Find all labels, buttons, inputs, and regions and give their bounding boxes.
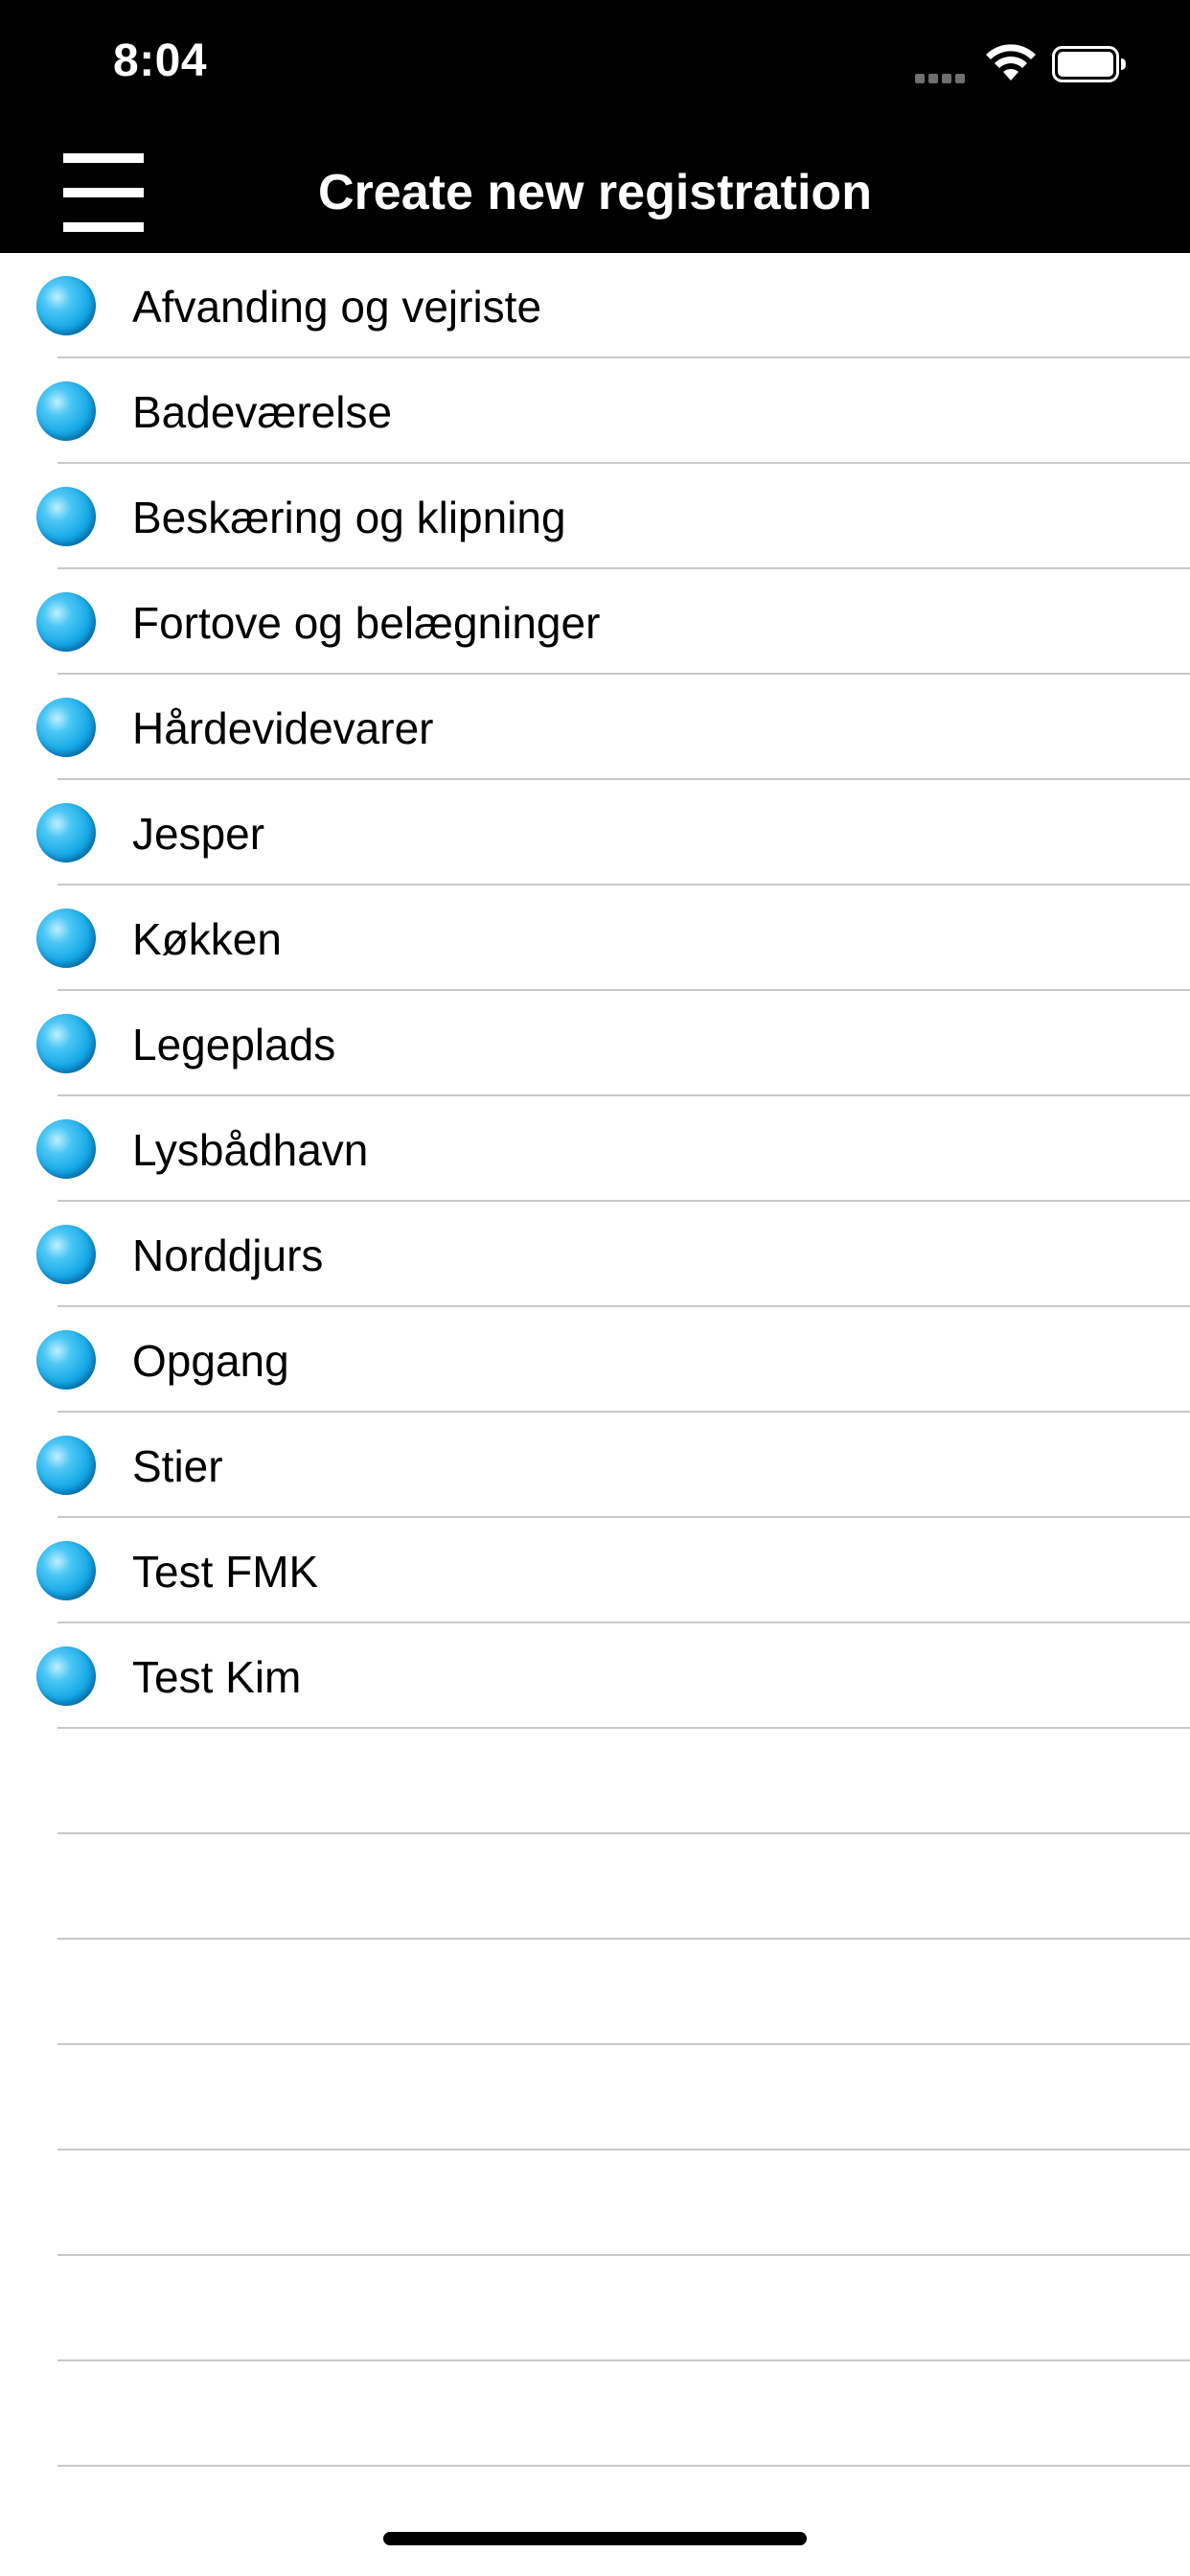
divider xyxy=(57,2465,1190,2467)
bullet-icon xyxy=(36,1225,96,1284)
bullet-icon xyxy=(36,381,96,441)
list-item[interactable]: Stier xyxy=(0,1413,1190,1518)
list-item[interactable]: Badeværelse xyxy=(0,358,1190,464)
list-item-label: Test Kim xyxy=(132,1652,302,1702)
list-item[interactable]: Køkken xyxy=(0,886,1190,991)
list-item[interactable]: Hårdevidevarer xyxy=(0,675,1190,780)
bullet-icon xyxy=(36,1646,96,1706)
list-item-label: Lysbådhavn xyxy=(132,1125,369,1175)
page-title: Create new registration xyxy=(318,165,872,220)
cellular-signal-icon xyxy=(915,71,971,83)
registration-list: Afvanding og vejriste Badeværelse Beskær… xyxy=(0,253,1190,2467)
list-item[interactable]: Test Kim xyxy=(0,1623,1190,1729)
list-item-label: Badeværelse xyxy=(132,387,393,437)
bullet-icon xyxy=(36,1541,96,1600)
list-item-label: Test FMK xyxy=(132,1547,319,1597)
bullet-icon xyxy=(36,1119,96,1179)
empty-row xyxy=(0,1940,1190,2045)
list-item[interactable]: Lysbådhavn xyxy=(0,1096,1190,1202)
battery-icon xyxy=(1052,46,1126,82)
list-item[interactable]: Opgang xyxy=(0,1307,1190,1413)
list-item[interactable]: Legeplads xyxy=(0,991,1190,1096)
bullet-icon xyxy=(36,908,96,968)
list-item-label: Opgang xyxy=(132,1336,289,1386)
bullet-icon xyxy=(36,1330,96,1390)
list-item[interactable]: Afvanding og vejriste xyxy=(0,253,1190,358)
empty-row xyxy=(0,2256,1190,2361)
list-item[interactable]: Fortove og belægninger xyxy=(0,569,1190,675)
list-item-label: Norddjurs xyxy=(132,1230,324,1280)
list-item-label: Legeplads xyxy=(132,1020,336,1070)
list-item-label: Afvanding og vejriste xyxy=(132,282,542,332)
empty-row xyxy=(0,2150,1190,2256)
list-item[interactable]: Beskæring og klipning xyxy=(0,464,1190,569)
empty-row xyxy=(0,1834,1190,1940)
navigation-bar: Create new registration xyxy=(0,134,1190,253)
empty-row xyxy=(0,2045,1190,2150)
bullet-icon xyxy=(36,276,96,335)
bullet-icon xyxy=(36,803,96,862)
list-item-label: Stier xyxy=(132,1441,223,1491)
status-time: 8:04 xyxy=(113,35,208,86)
bullet-icon xyxy=(36,698,96,757)
list-item-label: Hårdevidevarer xyxy=(132,703,434,753)
list-item-label: Køkken xyxy=(132,914,282,964)
bullet-icon xyxy=(36,487,96,546)
list-item[interactable]: Test FMK xyxy=(0,1518,1190,1623)
list-item-label: Fortove og belægninger xyxy=(132,598,601,648)
home-indicator[interactable] xyxy=(383,2532,807,2545)
empty-row xyxy=(0,1729,1190,1834)
bullet-icon xyxy=(36,1014,96,1073)
empty-row xyxy=(0,2361,1190,2467)
list-item[interactable]: Jesper xyxy=(0,780,1190,886)
bullet-icon xyxy=(36,592,96,652)
status-bar: 8:04 xyxy=(0,0,1190,134)
bullet-icon xyxy=(36,1436,96,1495)
wifi-icon xyxy=(986,44,1036,80)
list-item-label: Beskæring og klipning xyxy=(132,493,566,542)
list-item[interactable]: Norddjurs xyxy=(0,1202,1190,1307)
list-item-label: Jesper xyxy=(132,809,265,859)
